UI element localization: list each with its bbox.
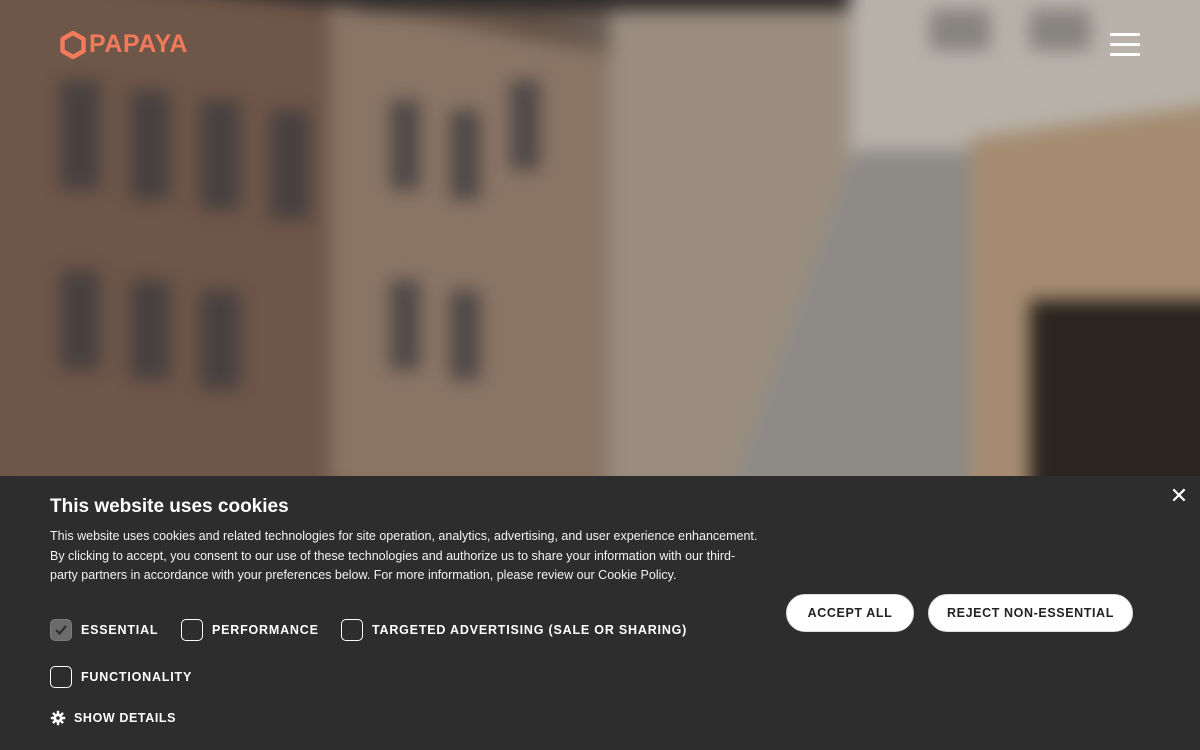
papaya-logo-icon: [60, 30, 86, 59]
show-details-label: SHOW DETAILS: [74, 711, 177, 725]
close-icon[interactable]: ✕: [1168, 486, 1190, 508]
gear-icon: [50, 710, 66, 726]
hamburger-menu-icon[interactable]: [1108, 31, 1142, 59]
performance-checkbox[interactable]: PERFORMANCE: [181, 619, 319, 641]
targeted-advertising-checkbox[interactable]: TARGETED ADVERTISING (SALE OR SHARING): [341, 619, 687, 641]
accept-all-button[interactable]: ACCEPT ALL: [786, 594, 914, 632]
checkbox-empty-icon: [181, 619, 203, 641]
reject-non-essential-button[interactable]: REJECT NON-ESSENTIAL: [928, 594, 1133, 632]
essential-label: ESSENTIAL: [81, 623, 159, 637]
checkbox-empty-icon: [341, 619, 363, 641]
cookie-banner: This website uses cookies This website u…: [0, 476, 1200, 750]
checkbox-empty-icon: [50, 666, 72, 688]
logo-text: PAPAYA: [89, 30, 188, 58]
papaya-logo[interactable]: PAPAYA: [59, 30, 188, 59]
functionality-label: FUNCTIONALITY: [81, 670, 193, 684]
essential-checkbox[interactable]: ESSENTIAL: [50, 619, 158, 641]
hero-background-image: [0, 0, 1200, 476]
targeted-advertising-label: TARGETED ADVERTISING (SALE OR SHARING): [372, 623, 688, 637]
performance-label: PERFORMANCE: [212, 623, 319, 637]
functionality-checkbox[interactable]: FUNCTIONALITY: [50, 666, 192, 688]
checkbox-checked-icon: [50, 619, 72, 641]
cookie-banner-description: This website uses cookies and related te…: [50, 529, 758, 583]
cookie-banner-title: This website uses cookies: [50, 496, 289, 517]
show-details-toggle[interactable]: SHOW DETAILS: [50, 710, 176, 726]
